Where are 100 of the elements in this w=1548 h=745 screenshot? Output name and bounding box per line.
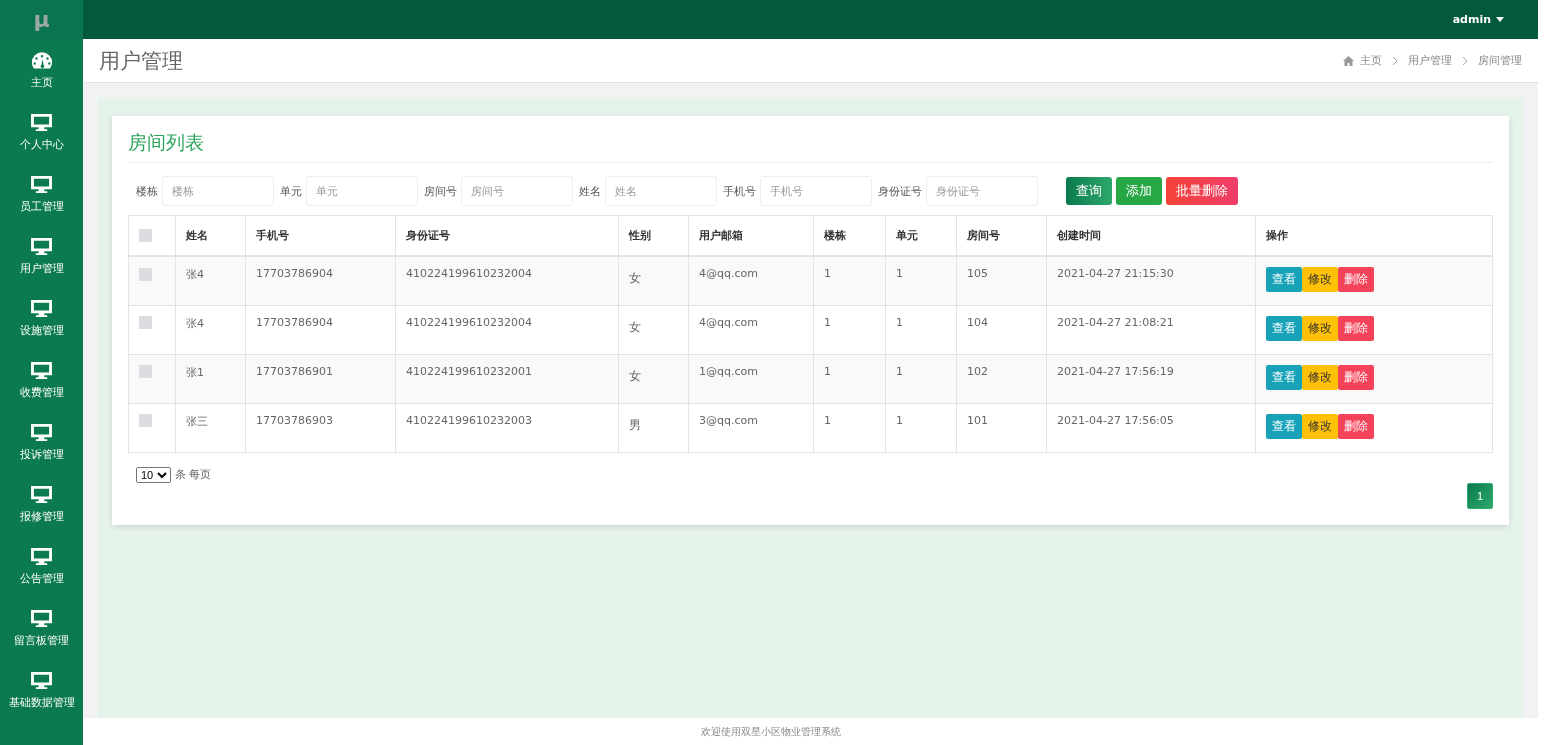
monitor-icon [30,298,53,318]
view-button[interactable]: 查看 [1266,267,1302,292]
table-cell: 女 [618,305,689,354]
view-button[interactable]: 查看 [1266,315,1302,341]
table-cell: 105 [956,256,1047,305]
table-cell: 410224199610232001 [395,354,619,403]
sidebar-item[interactable]: 公告管理 [0,535,83,597]
table-cell: 3@qq.com [688,403,814,452]
monitor-icon [30,360,53,380]
edit-button[interactable]: 修改 [1302,315,1338,341]
table-cell: 女 [618,354,689,403]
row-checkbox[interactable] [139,267,152,281]
sidebar-item[interactable]: 设施管理 [0,287,83,349]
page-title: 用户管理 [99,47,183,75]
chevron-icon [1392,56,1398,65]
sidebar-item[interactable]: 投诉管理 [0,411,83,473]
chevron-icon [1462,56,1468,65]
filter-label: 身份证号 [878,183,922,199]
delete-button[interactable]: 删除 [1338,267,1374,292]
filter-field[interactable]: 楼栋 [162,176,274,206]
home-icon [1343,55,1354,66]
filter-field[interactable]: 房间号 [461,176,573,206]
page-size-select[interactable]: 10 [136,466,171,483]
filter-label: 手机号 [723,183,756,199]
monitor-icon [30,608,53,628]
table-cell: 4@qq.com [688,305,814,354]
sidebar-item[interactable]: 个人中心 [0,101,83,163]
table-cell: 410224199610232003 [395,403,619,452]
table-cell: 102 [956,354,1047,403]
delete-button[interactable]: 删除 [1338,413,1374,439]
edit-button[interactable]: 修改 [1302,364,1338,390]
table-cell: 4@qq.com [688,256,814,305]
select-all-checkbox[interactable] [139,229,152,243]
filter-label: 姓名 [579,183,601,199]
footer-text: 欢迎使用双星小区物业管理系统 [700,724,841,739]
row-checkbox[interactable] [139,365,152,378]
row-checkbox[interactable] [139,414,152,427]
table-cell: 17703786904 [245,305,396,354]
sidebar-item[interactable]: 收费管理 [0,349,83,411]
table-cell: 1 [813,354,886,403]
table-cell: 1 [813,305,886,354]
dashboard-icon [30,50,53,70]
monitor-icon [30,236,53,256]
row-checkbox[interactable] [139,316,152,329]
filter-label: 楼栋 [136,183,158,199]
table-cell: 女 [618,256,689,305]
sidebar-item[interactable]: 基础数据管理 [0,659,83,721]
table-cell: 1 [813,256,886,305]
table-cell: 1 [813,403,886,452]
breadcrumb-link[interactable]: 主页 [1360,53,1382,68]
table-cell: 1 [885,305,957,354]
table-cell: 104 [956,305,1047,354]
sidebar-item[interactable]: 用户管理 [0,225,83,287]
filter-field[interactable]: 手机号 [760,176,872,206]
add-button[interactable]: 添加 [1116,177,1162,205]
table-cell: 张三 [175,403,246,452]
delete-button[interactable]: 批量删除 [1166,177,1238,205]
sidebar-item[interactable]: 报修管理 [0,473,83,535]
table-cell: 张1 [175,354,246,403]
edit-button[interactable]: 修改 [1302,267,1338,292]
monitor-icon [30,484,53,504]
logo: μ [0,0,83,39]
table-cell: 1 [885,256,957,305]
delete-button[interactable]: 删除 [1338,364,1374,390]
sidebar-item[interactable]: 主页 [0,39,83,101]
filter-field[interactable]: 身份证号 [926,176,1038,206]
view-button[interactable]: 查看 [1266,364,1302,390]
table-cell: 410224199610232004 [395,305,619,354]
table-cell: 17703786903 [245,403,396,452]
filter-field[interactable]: 单元 [306,176,418,206]
view-button[interactable]: 查看 [1266,413,1302,439]
table-cell: 1@qq.com [688,354,814,403]
table-cell: 张4 [175,256,246,305]
table-cell: 2021-04-27 17:56:05 [1046,403,1256,452]
table-cell: 101 [956,403,1047,452]
table-cell: 2021-04-27 21:08:21 [1046,305,1256,354]
table-cell: 1 [885,354,957,403]
search-button[interactable]: 查询 [1066,177,1112,205]
delete-button[interactable]: 删除 [1338,315,1374,341]
user-menu[interactable]: admin [1452,13,1504,26]
caret-icon [1496,17,1504,22]
table-cell: 1 [885,403,957,452]
table-cell: 17703786904 [245,256,396,305]
table-cell: 2021-04-27 21:15:30 [1046,256,1256,305]
card-title: 房间列表 [128,130,1493,163]
sidebar-item[interactable]: 留言板管理 [0,597,83,659]
page-button[interactable]: 1 [1467,482,1493,509]
monitor-icon [30,546,53,566]
table-cell: 男 [618,403,689,452]
breadcrumb-link[interactable]: 房间管理 [1478,53,1522,68]
edit-button[interactable]: 修改 [1302,413,1338,439]
table-cell: 410224199610232004 [395,256,619,305]
table-cell: 2021-04-27 17:56:19 [1046,354,1256,403]
monitor-icon [30,422,53,442]
sidebar-item[interactable]: 员工管理 [0,163,83,225]
monitor-icon [30,670,53,690]
filter-label: 单元 [280,183,302,199]
breadcrumb-link[interactable]: 用户管理 [1408,53,1452,68]
page-size-label: 条 每页 [175,467,212,482]
filter-field[interactable]: 姓名 [605,176,717,206]
